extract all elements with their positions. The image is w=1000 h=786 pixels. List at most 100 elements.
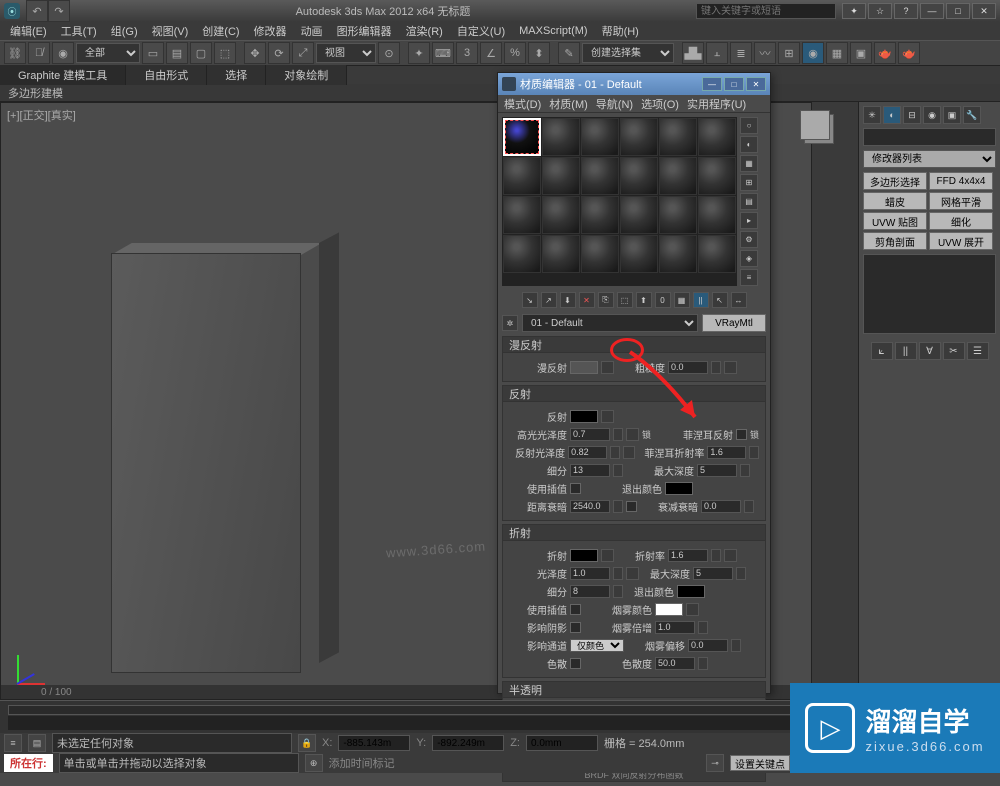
- affect-shadow-checkbox[interactable]: [570, 622, 581, 633]
- mod-btn[interactable]: UVW 展开: [929, 232, 993, 250]
- select-region-icon[interactable]: ▢: [190, 42, 212, 64]
- select-by-mat-icon[interactable]: ◈: [740, 250, 758, 267]
- help-search-input[interactable]: [696, 3, 836, 19]
- spinner-arrows-icon[interactable]: [610, 446, 620, 459]
- setkey-button[interactable]: 设置关键点: [730, 755, 790, 771]
- hierarchy-panel-icon[interactable]: ⊟: [903, 106, 921, 124]
- angle-snap-icon[interactable]: ∠: [480, 42, 502, 64]
- interp-checkbox[interactable]: [570, 483, 581, 494]
- map-button[interactable]: [626, 567, 639, 580]
- background-icon[interactable]: ▦: [740, 155, 758, 172]
- menu-create[interactable]: 创建(C): [196, 22, 245, 40]
- material-editor-icon[interactable]: ◉: [802, 42, 824, 64]
- show-map-icon[interactable]: ▦: [674, 292, 690, 308]
- map-button[interactable]: [686, 603, 699, 616]
- material-slot[interactable]: [503, 196, 541, 234]
- link-icon[interactable]: ⛓: [4, 42, 26, 64]
- mod-btn[interactable]: UVW 贴图: [863, 212, 927, 230]
- motion-panel-icon[interactable]: ◉: [923, 106, 941, 124]
- mod-btn[interactable]: 剪角剖面: [863, 232, 927, 250]
- spinner-snap-icon[interactable]: ⬍: [528, 42, 550, 64]
- bind-icon[interactable]: ◉: [52, 42, 74, 64]
- spinner-arrows-icon[interactable]: [613, 567, 623, 580]
- scene-box-object[interactable]: [111, 253, 321, 683]
- render-prod-icon[interactable]: 🫖: [898, 42, 920, 64]
- material-slot[interactable]: [542, 235, 580, 273]
- display-panel-icon[interactable]: ▣: [943, 106, 961, 124]
- material-slot[interactable]: [620, 157, 658, 195]
- video-check-icon[interactable]: ▤: [740, 193, 758, 210]
- modifier-stack[interactable]: [863, 254, 996, 334]
- lock-icon[interactable]: 🔒: [298, 734, 316, 752]
- keyboard-icon[interactable]: ⌨: [432, 42, 454, 64]
- layers-icon[interactable]: ≣: [730, 42, 752, 64]
- remove-mod-icon[interactable]: ✂: [943, 342, 965, 360]
- listener-icon[interactable]: ▤: [28, 734, 46, 752]
- move-icon[interactable]: ✥: [244, 42, 266, 64]
- get-material-icon[interactable]: ↘: [522, 292, 538, 308]
- exit-color-swatch[interactable]: [665, 482, 693, 495]
- app-logo-icon[interactable]: ⦿: [4, 3, 20, 19]
- refl-subdiv-spinner[interactable]: 13: [570, 464, 610, 477]
- dim-checkbox[interactable]: [626, 501, 637, 512]
- tab-objectpaint[interactable]: 对象绘制: [266, 65, 347, 85]
- me-menu-material[interactable]: 材质(M): [549, 96, 588, 112]
- select-icon[interactable]: ▭: [142, 42, 164, 64]
- y-coord-field[interactable]: [432, 735, 504, 751]
- spinner-arrows-icon[interactable]: [698, 657, 708, 670]
- spinner-arrows-icon[interactable]: [711, 361, 721, 374]
- minimize-icon[interactable]: —: [920, 3, 944, 19]
- material-slot[interactable]: [503, 118, 541, 156]
- ior-spinner[interactable]: 1.6: [668, 549, 708, 562]
- rotate-icon[interactable]: ⟳: [268, 42, 290, 64]
- material-slot[interactable]: [698, 157, 736, 195]
- spinner-arrows-icon[interactable]: [698, 621, 708, 634]
- menu-edit[interactable]: 编辑(E): [4, 22, 53, 40]
- map-button[interactable]: [623, 446, 636, 459]
- spinner-arrows-icon[interactable]: [731, 639, 741, 652]
- material-slot[interactable]: [542, 196, 580, 234]
- scale-icon[interactable]: ⤢: [292, 42, 314, 64]
- x-coord-field[interactable]: [338, 735, 410, 751]
- spinner-arrows-icon[interactable]: [744, 500, 754, 513]
- material-slot[interactable]: [659, 157, 697, 195]
- material-name-field[interactable]: 01 - Default: [522, 314, 698, 332]
- object-name-field[interactable]: [863, 128, 996, 146]
- material-slot[interactable]: [542, 157, 580, 195]
- dispersion-checkbox[interactable]: [570, 658, 581, 669]
- options-icon[interactable]: ⚙: [740, 231, 758, 248]
- redo-icon[interactable]: ↷: [48, 0, 70, 22]
- material-slot[interactable]: [620, 235, 658, 273]
- percent-snap-icon[interactable]: %: [504, 42, 526, 64]
- rollout-header[interactable]: 反射: [503, 386, 765, 402]
- preview-icon[interactable]: ▸: [740, 212, 758, 229]
- tab-freeform[interactable]: 自由形式: [126, 65, 207, 85]
- spinner-arrows-icon[interactable]: [749, 446, 759, 459]
- map-button[interactable]: [724, 361, 737, 374]
- menu-group[interactable]: 组(G): [105, 22, 144, 40]
- align-icon[interactable]: ⫠: [706, 42, 728, 64]
- render-setup-icon[interactable]: ▦: [826, 42, 848, 64]
- mat-id-icon[interactable]: 0: [655, 292, 671, 308]
- utilities-panel-icon[interactable]: 🔧: [963, 106, 981, 124]
- refr-subdiv-spinner[interactable]: 8: [570, 585, 610, 598]
- material-slot[interactable]: [581, 118, 619, 156]
- go-parent-icon[interactable]: ↖: [712, 292, 728, 308]
- render-icon[interactable]: 🫖: [874, 42, 896, 64]
- named-sets-icon[interactable]: ✎: [558, 42, 580, 64]
- timetag-icon[interactable]: ⊕: [305, 754, 323, 772]
- show-end-icon[interactable]: ||: [693, 292, 709, 308]
- unique-icon[interactable]: ∀: [919, 342, 941, 360]
- material-slot[interactable]: [698, 196, 736, 234]
- refract-color-swatch[interactable]: [570, 549, 598, 562]
- create-panel-icon[interactable]: ✳: [863, 106, 881, 124]
- unique-icon[interactable]: ⬚: [617, 292, 633, 308]
- refr-interp-checkbox[interactable]: [570, 604, 581, 615]
- unlink-icon[interactable]: ⛓̸: [28, 42, 50, 64]
- spinner-arrows-icon[interactable]: [711, 549, 721, 562]
- mod-btn[interactable]: 多边形选择: [863, 172, 927, 190]
- material-type-button[interactable]: VRayMtl: [702, 314, 766, 332]
- material-slot[interactable]: [698, 235, 736, 273]
- fresnel-ior-spinner[interactable]: 1.6: [707, 446, 746, 459]
- window-crossing-icon[interactable]: ⬚: [214, 42, 236, 64]
